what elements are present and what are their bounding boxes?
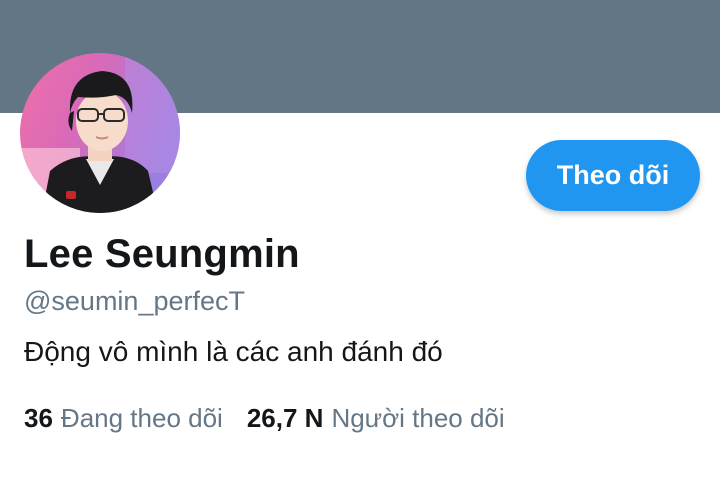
avatar[interactable] [20, 53, 180, 213]
following-label: Đang theo dõi [60, 403, 223, 433]
profile-stats: 36 Đang theo dõi 26,7 N Người theo dõi [24, 403, 505, 434]
followers-stat[interactable]: 26,7 N Người theo dõi [247, 403, 505, 434]
following-count: 36 [24, 403, 53, 433]
display-name: Lee Seungmin [24, 232, 300, 276]
username-handle: @seumin_perfecT [24, 286, 245, 316]
profile-bio: Động vô mình là các anh đánh đó [24, 336, 443, 367]
followers-count: 26,7 N [246, 403, 324, 433]
follow-button-label: Theo dõi [556, 160, 670, 190]
followers-label: Người theo dõi [331, 403, 505, 433]
avatar-image [20, 53, 180, 213]
follow-button[interactable]: Theo dõi [526, 140, 700, 211]
following-stat[interactable]: 36 Đang theo dõi [24, 403, 223, 434]
profile-page: Theo dõi Lee Seungmin @seumin_perfecT Độ… [0, 0, 720, 481]
